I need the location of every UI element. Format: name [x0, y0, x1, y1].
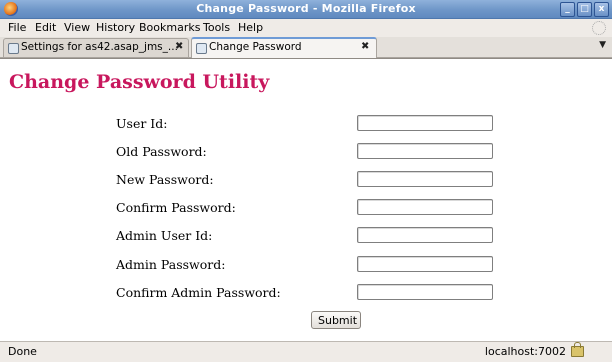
old-password-label: Old Password: — [116, 144, 207, 159]
tab-list-arrow-icon[interactable]: ▼ — [599, 40, 606, 50]
status-bar: Done localhost:7002 — [0, 341, 612, 362]
confirm-admin-password-label: Confirm Admin Password: — [116, 285, 281, 300]
close-window-button[interactable]: x — [594, 2, 609, 17]
menu-bar: File Edit View History Bookmarks Tools H… — [0, 19, 612, 37]
user-id-input[interactable] — [357, 115, 493, 131]
maximize-button[interactable]: □ — [577, 2, 592, 17]
window-titlebar[interactable]: Change Password - Mozilla Firefox _ □ x — [0, 0, 612, 19]
page-icon — [8, 43, 19, 54]
menu-view[interactable]: View — [64, 21, 90, 34]
window-controls: _ □ x — [560, 2, 609, 17]
menu-history[interactable]: History — [96, 21, 135, 34]
menu-bookmarks[interactable]: Bookmarks — [139, 21, 200, 34]
submit-button[interactable]: Submit — [311, 311, 361, 329]
tab-settings[interactable]: Settings for as42.asap_jms_... ✖ — [3, 38, 189, 57]
confirm-password-label: Confirm Password: — [116, 200, 236, 215]
confirm-password-input[interactable] — [357, 199, 493, 215]
throbber-icon — [592, 21, 606, 35]
old-password-input[interactable] — [357, 143, 493, 159]
menu-tools[interactable]: Tools — [203, 21, 230, 34]
page-title: Change Password Utility — [9, 71, 270, 93]
close-tab-icon[interactable]: ✖ — [175, 41, 183, 52]
menu-file[interactable]: File — [8, 21, 26, 34]
minimize-button[interactable]: _ — [560, 2, 575, 17]
close-tab-icon[interactable]: ✖ — [361, 41, 369, 52]
tab-change-password[interactable]: Change Password ✖ — [191, 37, 377, 58]
tab-strip: Settings for as42.asap_jms_... ✖ Change … — [0, 37, 612, 58]
tab-label: Settings for as42.asap_jms_... — [21, 41, 178, 53]
menu-edit[interactable]: Edit — [35, 21, 56, 34]
menu-help[interactable]: Help — [238, 21, 263, 34]
new-password-input[interactable] — [357, 171, 493, 187]
user-id-label: User Id: — [116, 116, 168, 131]
admin-user-id-label: Admin User Id: — [116, 228, 213, 243]
tab-label: Change Password — [209, 41, 302, 53]
page-content: Change Password Utility User Id: Old Pas… — [0, 58, 612, 341]
status-text: Done — [8, 345, 37, 358]
confirm-admin-password-input[interactable] — [357, 284, 493, 300]
admin-password-label: Admin Password: — [116, 257, 226, 272]
new-password-label: New Password: — [116, 172, 214, 187]
page-icon — [196, 43, 207, 54]
admin-password-input[interactable] — [357, 256, 493, 272]
admin-user-id-input[interactable] — [357, 227, 493, 243]
status-host: localhost:7002 — [484, 345, 566, 358]
lock-icon[interactable] — [571, 342, 584, 357]
window-title: Change Password - Mozilla Firefox — [196, 2, 416, 15]
